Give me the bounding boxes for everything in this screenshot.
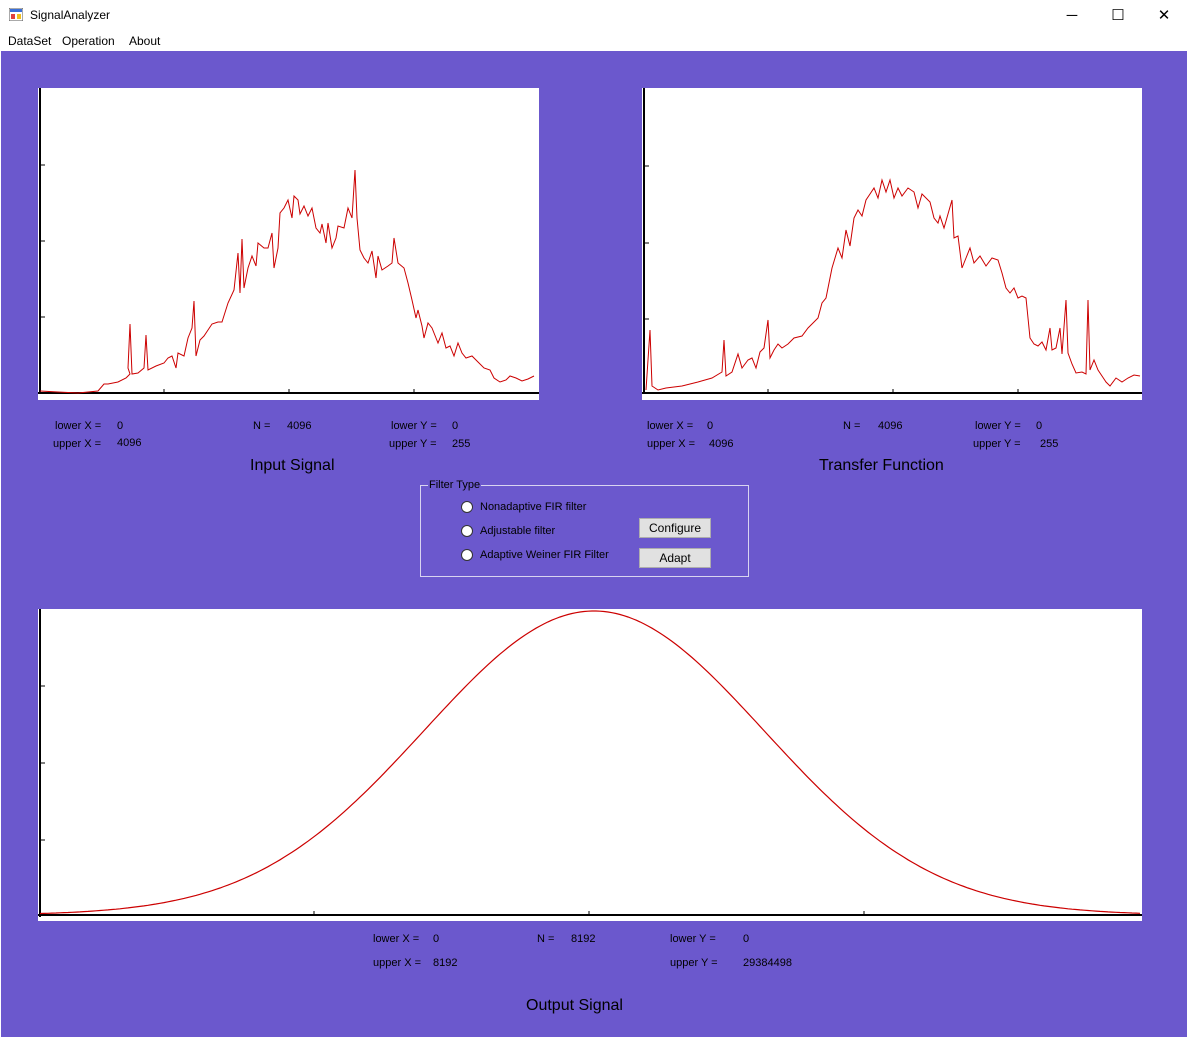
minimize-icon: ─ (1066, 6, 1078, 24)
output-signal-caption: Output Signal (526, 997, 623, 1014)
radio-adaptive-weiner[interactable] (461, 549, 473, 561)
maximize-icon: ☐ (1111, 7, 1125, 24)
close-button[interactable]: ✕ (1141, 0, 1187, 30)
radio-adaptive-weiner-label[interactable]: Adaptive Weiner FIR Filter (480, 549, 609, 561)
input-signal-trace (39, 169, 535, 394)
transfer-function-trace (645, 178, 1141, 391)
transfer-lower-x-label: lower X = (647, 420, 694, 432)
input-lower-y-label: lower Y = (391, 420, 437, 432)
maximize-button[interactable]: ☐ (1095, 0, 1141, 30)
input-upper-y-label: upper Y = (389, 438, 437, 450)
radio-adjustable-filter[interactable] (461, 525, 473, 537)
radio-adjustable-filter-label[interactable]: Adjustable filter (480, 525, 555, 537)
menu-bar: DataSet Operation About (0, 30, 1188, 51)
window-title: SignalAnalyzer (30, 8, 111, 22)
output-lower-x-value: 0 (433, 933, 440, 945)
input-signal-plot (38, 88, 539, 400)
output-upper-x-label: upper X = (373, 957, 422, 969)
output-lower-x-label: lower X = (373, 933, 420, 945)
input-n-value: 4096 (287, 420, 312, 432)
radio-nonadaptive-fir-label[interactable]: Nonadaptive FIR filter (480, 501, 586, 513)
transfer-function-plot (642, 88, 1142, 400)
menu-dataset[interactable]: DataSet (8, 34, 51, 48)
transfer-upper-y-value: 255 (1040, 438, 1059, 450)
input-upper-x-label: upper X = (53, 438, 102, 450)
transfer-lower-y-value: 0 (1036, 420, 1043, 432)
output-n-label: N = (537, 933, 555, 945)
output-upper-y-label: upper Y = (670, 957, 718, 969)
transfer-upper-x-label: upper X = (647, 438, 696, 450)
input-upper-x-value: 4096 (117, 437, 142, 449)
transfer-n-value: 4096 (878, 420, 903, 432)
output-upper-y-value: 29384498 (743, 957, 792, 969)
transfer-function-caption: Transfer Function (819, 457, 944, 474)
output-upper-x-value: 8192 (433, 957, 458, 969)
adapt-button[interactable]: Adapt (639, 548, 711, 568)
input-signal-canvas (38, 88, 539, 394)
input-signal-caption: Input Signal (250, 457, 335, 474)
input-lower-x-value: 0 (117, 420, 124, 432)
input-n-label: N = (253, 420, 271, 432)
transfer-n-label: N = (843, 420, 861, 432)
output-lower-y-label: lower Y = (670, 933, 716, 945)
radio-nonadaptive-fir[interactable] (461, 501, 473, 513)
menu-about[interactable]: About (129, 34, 160, 48)
output-lower-y-value: 0 (743, 933, 750, 945)
input-lower-x-label: lower X = (55, 420, 102, 432)
transfer-lower-y-label: lower Y = (975, 420, 1021, 432)
app-icon (9, 8, 23, 21)
minimize-button[interactable]: ─ (1049, 0, 1095, 30)
output-signal-plot (38, 609, 1142, 921)
input-upper-y-value: 255 (452, 438, 471, 450)
transfer-upper-y-label: upper Y = (973, 438, 1021, 450)
output-n-value: 8192 (571, 933, 596, 945)
transfer-upper-x-value: 4096 (709, 438, 734, 450)
transfer-function-canvas (642, 88, 1142, 394)
title-bar: SignalAnalyzer ─ ☐ ✕ (0, 0, 1188, 30)
output-signal-canvas (38, 609, 1142, 917)
input-lower-y-value: 0 (452, 420, 459, 432)
configure-button[interactable]: Configure (639, 518, 711, 538)
filter-type-legend: Filter Type (428, 479, 482, 491)
close-icon: ✕ (1157, 7, 1171, 24)
output-signal-trace (39, 610, 1141, 915)
menu-operation[interactable]: Operation (62, 34, 115, 48)
transfer-lower-x-value: 0 (707, 420, 714, 432)
